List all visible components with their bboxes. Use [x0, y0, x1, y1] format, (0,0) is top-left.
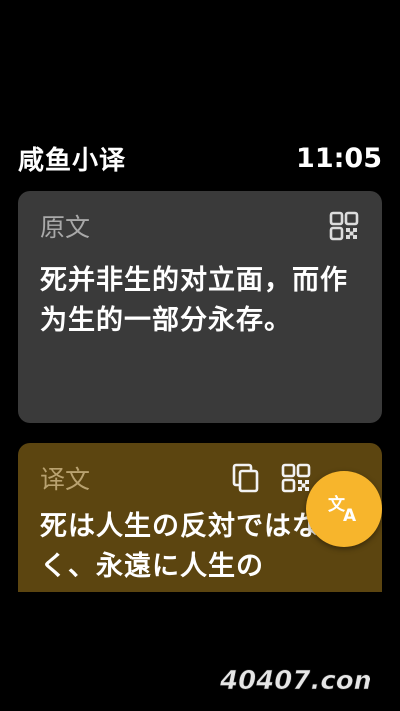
svg-text:40407.com: 40407.com	[220, 666, 370, 696]
site-watermark: 40407.com	[220, 663, 370, 697]
clock-time: 11:05	[296, 142, 382, 174]
header: 咸鱼小译 11:05	[18, 138, 382, 178]
qr-code-icon[interactable]	[328, 210, 360, 242]
source-text: 死并非生的对立面，而作为生的一部分永存。	[40, 265, 348, 336]
app-title: 咸鱼小译	[18, 145, 127, 176]
translator-screen: 咸鱼小译 11:05 原文 死并非生的对立面，而作为生的一部分永存。 译文 死は…	[0, 0, 400, 592]
source-label: 原文	[40, 213, 91, 242]
qr-code-icon[interactable]	[280, 462, 312, 494]
copy-icon[interactable]	[230, 462, 262, 494]
translation-label: 译文	[40, 465, 91, 494]
translate-button[interactable]: 文 A	[306, 471, 382, 547]
translate-icon: 文 A	[326, 489, 362, 529]
svg-text:A: A	[343, 506, 357, 525]
source-text-card[interactable]: 原文 死并非生的对立面，而作为生的一部分永存。	[18, 191, 382, 423]
